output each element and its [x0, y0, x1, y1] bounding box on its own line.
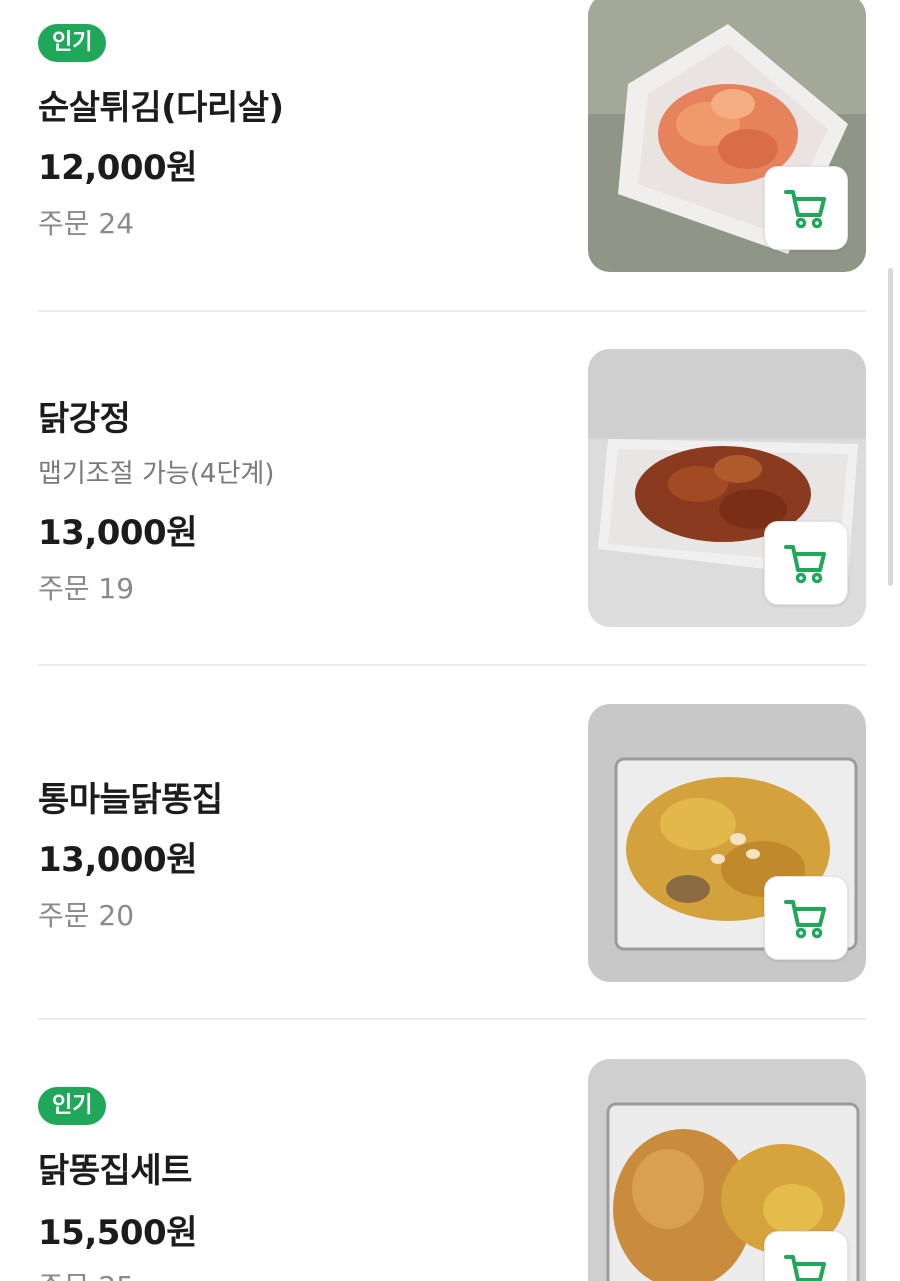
menu-list: 인기 순살튀김(다리살) 12,000원 주문 24 닭강정 맵기조절 가능(4…	[0, 0, 900, 1281]
shopping-cart-icon	[784, 1255, 826, 1281]
dakgangjeong-photo[interactable]	[588, 349, 866, 627]
menu-item-order-count: 주문 25	[38, 1265, 134, 1281]
shopping-cart-icon	[784, 900, 826, 939]
menu-item[interactable]: 인기 순살튀김(다리살) 12,000원 주문 24	[38, 0, 866, 272]
menu-item-order-count: 주문 19	[38, 572, 135, 605]
shopping-cart-icon	[784, 545, 826, 584]
menu-item[interactable]: 통마늘닭똥집 13,000원 주문 20	[38, 704, 866, 982]
menu-item[interactable]: 인기 닭똥집세트 15,500원 주문 25	[38, 1059, 866, 1281]
menu-item-price: 13,000원	[38, 513, 197, 553]
divider	[38, 1018, 866, 1020]
shopping-cart-icon	[784, 190, 826, 229]
scrollbar[interactable]	[888, 268, 893, 586]
menu-item-order-count: 주문 20	[38, 899, 135, 932]
menu-item-price: 13,000원	[38, 840, 197, 880]
divider	[38, 310, 866, 312]
divider	[38, 664, 866, 666]
menu-item-description: 맵기조절 가능(4단계)	[38, 459, 275, 489]
menu-item-name: 순살튀김(다리살)	[38, 88, 284, 128]
gizzard-set-photo[interactable]	[588, 1059, 866, 1281]
menu-item-name: 닭강정	[38, 399, 131, 439]
popular-badge: 인기	[38, 24, 107, 62]
menu-item-price: 12,000원	[38, 148, 197, 188]
add-to-cart-button[interactable]	[764, 1231, 848, 1281]
menu-item-info[interactable]: 인기 순살튀김(다리살) 12,000원 주문 24	[38, 0, 568, 272]
garlic-gizzard-photo[interactable]	[588, 704, 866, 982]
add-to-cart-button[interactable]	[764, 521, 848, 605]
menu-item-info[interactable]: 통마늘닭똥집 13,000원 주문 20	[38, 704, 568, 982]
add-to-cart-button[interactable]	[764, 876, 848, 960]
menu-item-price: 15,500원	[38, 1213, 197, 1253]
menu-item-name: 닭똥집세트	[38, 1151, 192, 1191]
menu-item-info[interactable]: 인기 닭똥집세트 15,500원 주문 25	[38, 1059, 568, 1281]
menu-item-order-count: 주문 24	[38, 207, 135, 240]
popular-badge: 인기	[38, 1087, 107, 1125]
fried-chicken-photo[interactable]	[588, 0, 866, 272]
add-to-cart-button[interactable]	[764, 166, 848, 250]
menu-item-name: 통마늘닭똥집	[38, 780, 223, 820]
menu-item[interactable]: 닭강정 맵기조절 가능(4단계) 13,000원 주문 19	[38, 349, 866, 627]
menu-item-info[interactable]: 닭강정 맵기조절 가능(4단계) 13,000원 주문 19	[38, 349, 568, 627]
